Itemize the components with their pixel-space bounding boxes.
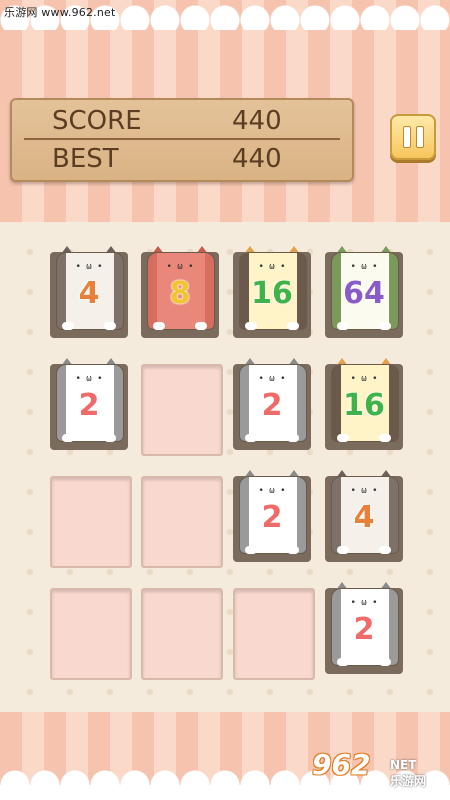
cat-tile: • ω • 4 — [50, 246, 128, 338]
cat-tile: • ω • 2 — [233, 358, 311, 450]
cat-tile: • ω • 2 — [233, 470, 311, 562]
cat-face-icon: • ω • — [166, 262, 194, 272]
cat-paw-icon — [153, 322, 165, 330]
best-label: BEST — [52, 144, 119, 174]
cat-tile: • ω • 64 — [325, 246, 403, 338]
cat-paw-icon — [379, 322, 391, 330]
tile-value: 4 — [78, 276, 100, 311]
cat-face-icon: • ω • — [75, 262, 103, 272]
tile-value: 2 — [353, 612, 375, 647]
tile-value: 16 — [251, 276, 293, 311]
cat-tile: • ω • 8 — [141, 246, 219, 338]
best-value: 440 — [232, 144, 282, 174]
cat-paw-icon — [287, 322, 299, 330]
tile-value: 8 — [169, 276, 191, 311]
site-logo-number: 962 — [312, 748, 371, 781]
cat-paw-icon — [245, 322, 257, 330]
cat-paw-icon — [62, 434, 74, 442]
cat-face-icon: • ω • — [258, 262, 286, 272]
cat-tile: • ω • 2 — [325, 582, 403, 674]
tile-value: 2 — [78, 388, 100, 423]
score-row: SCORE 440 — [12, 102, 352, 138]
empty-cell — [141, 364, 223, 456]
cat-face-icon: • ω • — [350, 262, 378, 272]
site-logo-cn: 乐游网 — [390, 774, 427, 788]
cat-paw-icon — [337, 434, 349, 442]
cat-tile: • ω • 16 — [325, 358, 403, 450]
cat-paw-icon — [62, 322, 74, 330]
empty-cell — [141, 476, 223, 568]
empty-cell — [50, 476, 132, 568]
cat-paw-icon — [245, 546, 257, 554]
pause-icon-bar — [415, 126, 424, 148]
watermark-text: 乐游网 www.962.net — [4, 6, 116, 19]
cat-paw-icon — [287, 546, 299, 554]
cat-paw-icon — [104, 322, 116, 330]
cat-paw-icon — [287, 434, 299, 442]
cat-paw-icon — [337, 546, 349, 554]
site-logo-sub: NET 乐游网 — [390, 758, 426, 789]
cat-paw-icon — [337, 322, 349, 330]
cat-paw-icon — [379, 658, 391, 666]
game-board[interactable]: • ω • 4 • ω • 8 • ω • 16 • ω • 64 • ω • 2 • ω • 2 • … — [0, 222, 450, 712]
pause-button[interactable] — [390, 114, 436, 160]
tile-value: 2 — [261, 388, 283, 423]
tile-value: 16 — [343, 388, 385, 423]
best-row: BEST 440 — [12, 140, 352, 176]
cat-face-icon: • ω • — [350, 374, 378, 384]
pause-icon — [402, 126, 411, 148]
cat-paw-icon — [195, 322, 207, 330]
cat-paw-icon — [379, 434, 391, 442]
cat-face-icon: • ω • — [350, 598, 378, 608]
tile-value: 4 — [353, 500, 375, 535]
tile-value: 2 — [261, 500, 283, 535]
cat-paw-icon — [337, 658, 349, 666]
cat-paw-icon — [379, 546, 391, 554]
cat-tile: • ω • 2 — [50, 358, 128, 450]
site-logo-net: NET — [390, 758, 417, 772]
cat-paw-icon — [104, 434, 116, 442]
cat-face-icon: • ω • — [258, 486, 286, 496]
empty-cell — [50, 588, 132, 680]
cat-face-icon: • ω • — [258, 374, 286, 384]
score-panel: SCORE 440 BEST 440 — [10, 98, 354, 182]
tile-value: 64 — [343, 276, 385, 311]
score-label: SCORE — [52, 106, 142, 136]
cat-tile: • ω • 16 — [233, 246, 311, 338]
cat-face-icon: • ω • — [350, 486, 378, 496]
cat-paw-icon — [245, 434, 257, 442]
score-value: 440 — [232, 106, 282, 136]
empty-cell — [141, 588, 223, 680]
cat-tile: • ω • 4 — [325, 470, 403, 562]
cat-face-icon: • ω • — [75, 374, 103, 384]
empty-cell — [233, 588, 315, 680]
